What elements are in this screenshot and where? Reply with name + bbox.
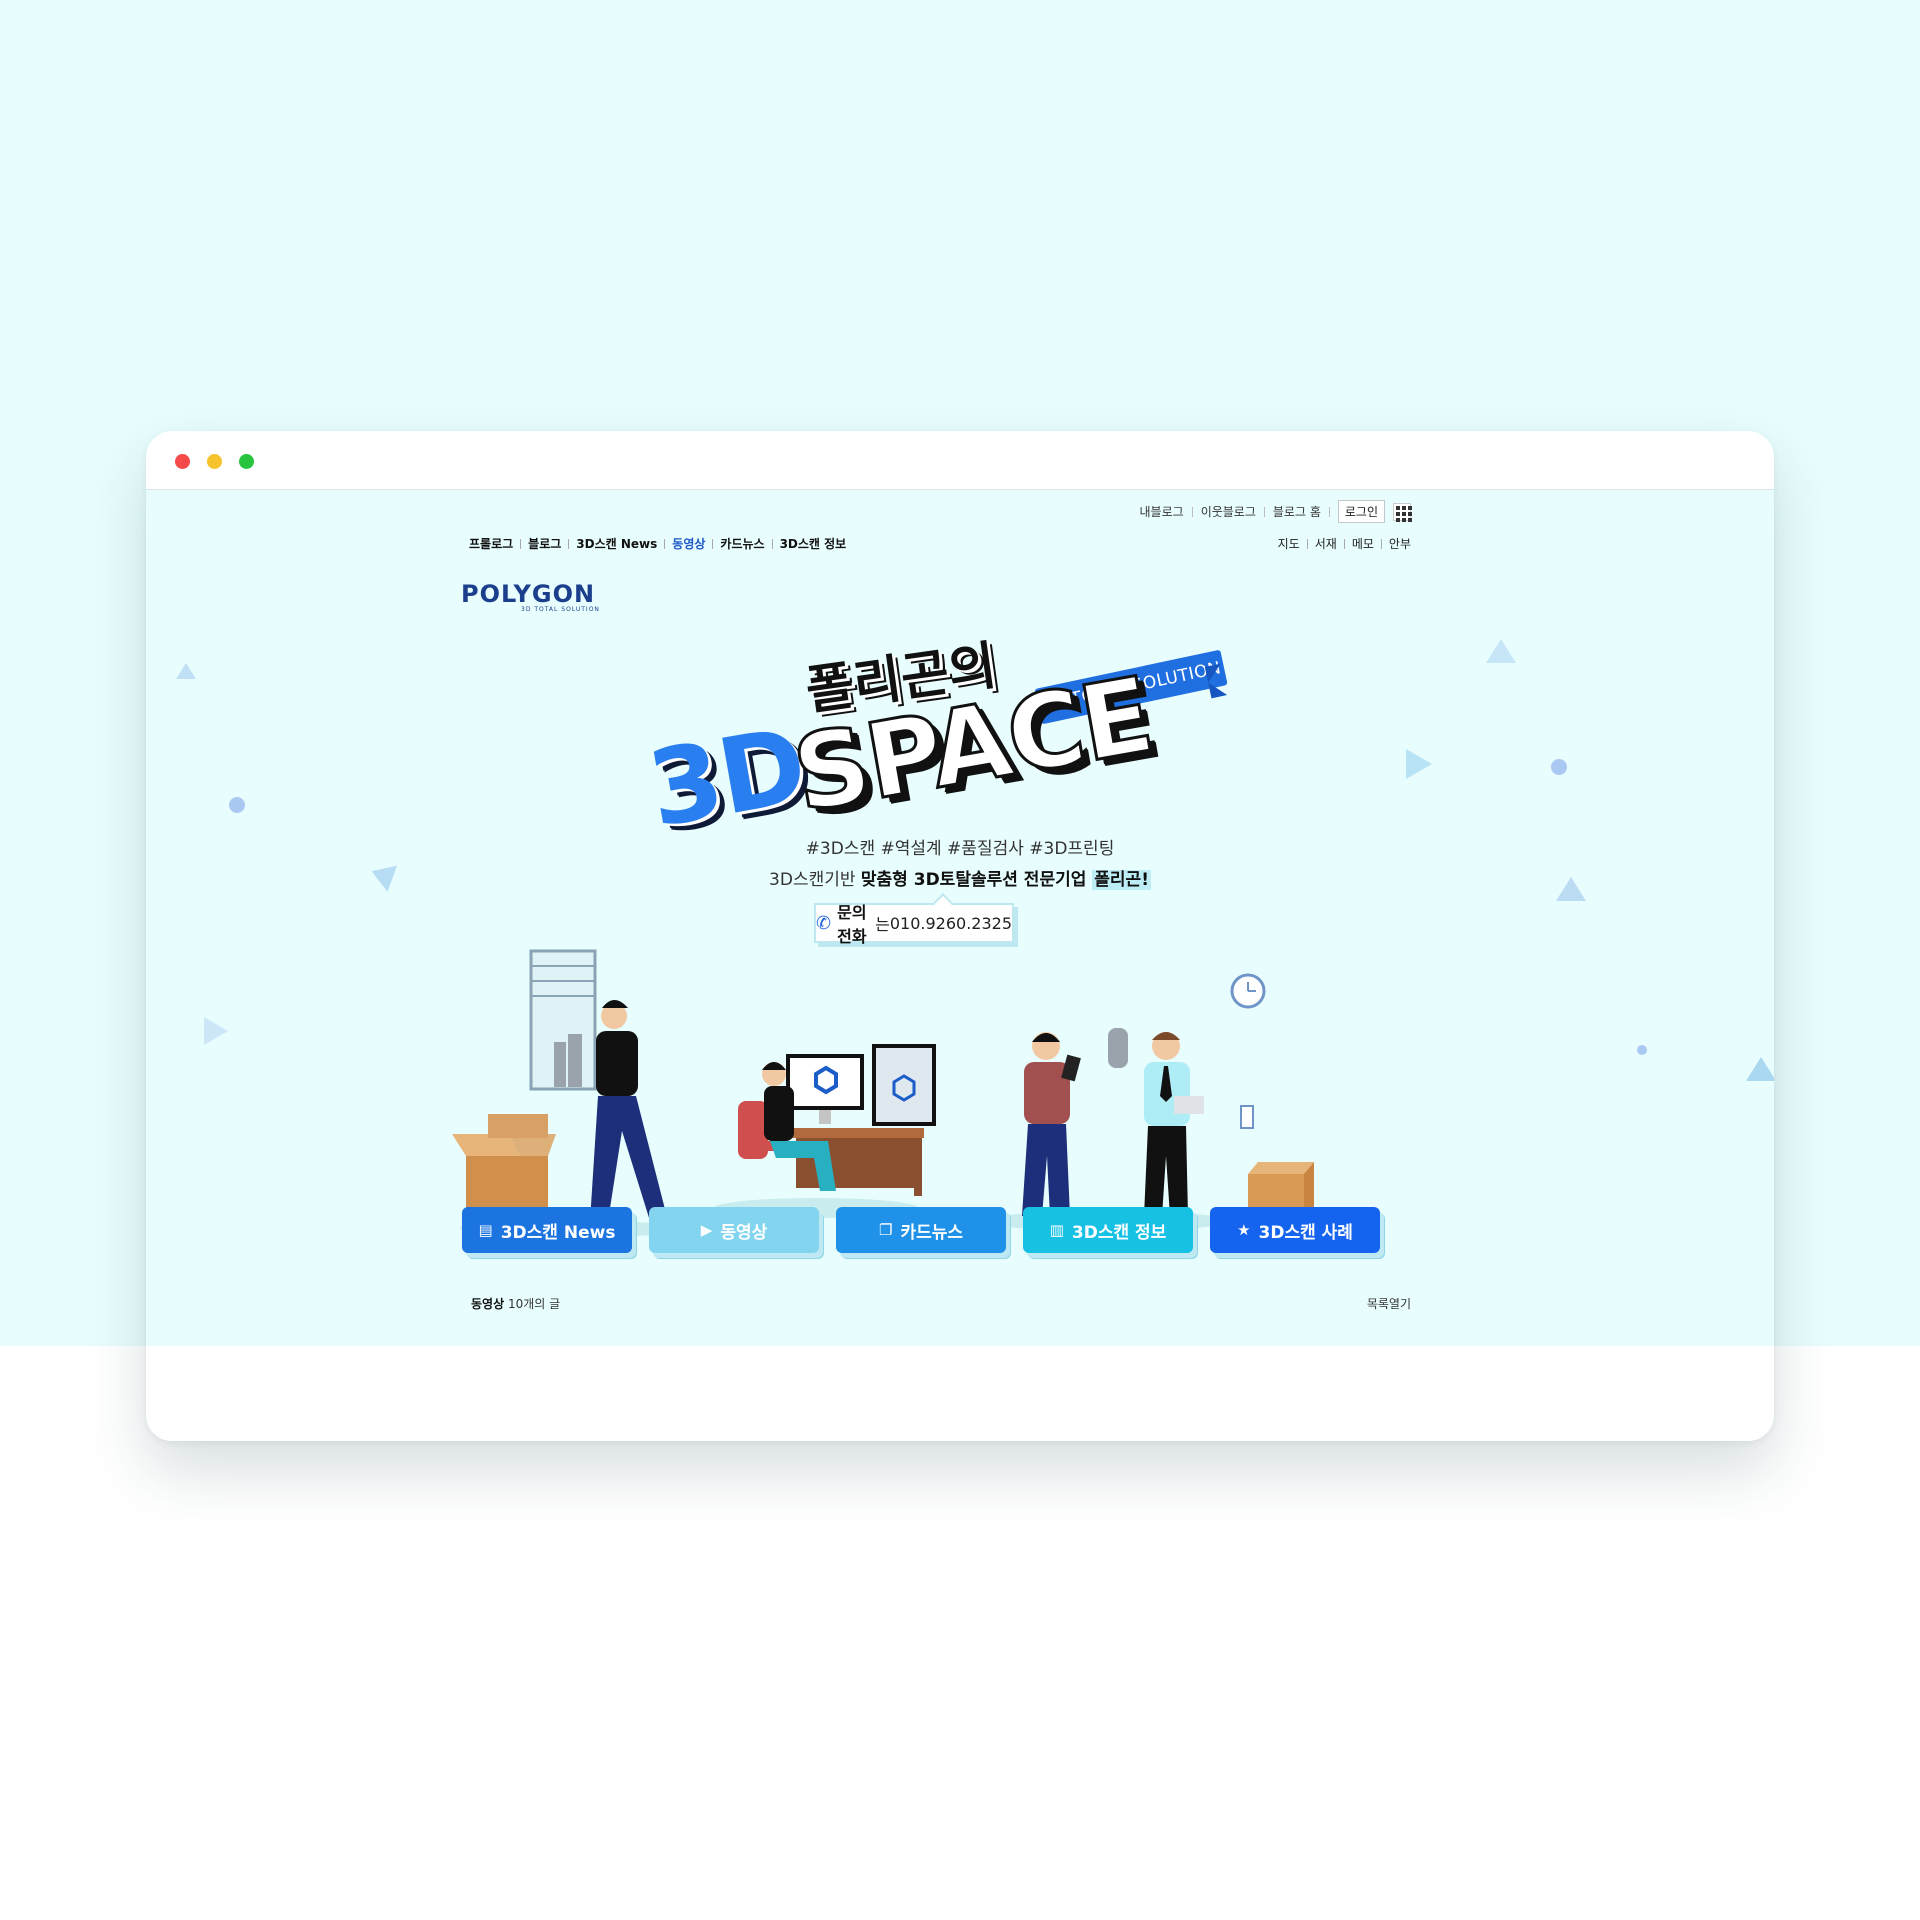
divider bbox=[568, 538, 570, 549]
close-window-button[interactable] bbox=[175, 454, 190, 469]
tagline-bold: 맞춤형 3D토탈솔루션 전문기업 bbox=[860, 870, 1093, 890]
cards-icon: ❐ bbox=[878, 1221, 893, 1239]
category-label: 3D스캔 News bbox=[500, 1222, 616, 1243]
decor-circle bbox=[1551, 759, 1567, 775]
decor-triangle bbox=[204, 1017, 228, 1045]
nav-card-news[interactable]: 카드뉴스 bbox=[720, 535, 764, 552]
main-nav: 프롤로그 블로그 3D스캔 News 동영상 카드뉴스 3D스캔 정보 bbox=[469, 535, 846, 552]
util-nav-neighbor-blog[interactable]: 이웃블로그 bbox=[1201, 503, 1256, 520]
minimize-window-button[interactable] bbox=[207, 454, 222, 469]
browser-window: 내블로그 이웃블로그 블로그 홈 로그인 프롤로그 블로그 3D스캔 News … bbox=[146, 431, 1774, 1441]
decor-circle bbox=[229, 797, 245, 813]
post-list-category: 동영상 bbox=[471, 1297, 505, 1311]
decor-triangle bbox=[1406, 749, 1432, 779]
open-list-toggle[interactable]: 목록열기 bbox=[1367, 1295, 1411, 1312]
category-card-news-button[interactable]: ❐ 카드뉴스 bbox=[836, 1207, 1006, 1253]
divider bbox=[1380, 538, 1382, 549]
nav-blog[interactable]: 블로그 bbox=[528, 535, 561, 552]
maximize-window-button[interactable] bbox=[239, 454, 254, 469]
decor-triangle bbox=[1746, 1057, 1774, 1081]
grid-icon[interactable] bbox=[1393, 502, 1412, 522]
phone-icon: ✆ bbox=[816, 912, 832, 934]
category-video-button[interactable]: ▶ 동영상 bbox=[649, 1207, 819, 1253]
decor-circle bbox=[1637, 1045, 1647, 1055]
star-icon: ★ bbox=[1237, 1221, 1251, 1239]
call-number: 010.9260.2325 bbox=[889, 913, 1012, 933]
category-3dscan-news-button[interactable]: ▤ 3D스캔 News bbox=[462, 1207, 632, 1253]
logo-text: POLYGON bbox=[461, 580, 596, 608]
page-bottom-area bbox=[146, 1346, 1774, 1441]
category-label: 3D스캔 사례 bbox=[1258, 1222, 1353, 1243]
tagline-pre: 3D스캔기반 bbox=[769, 870, 861, 890]
nav-library[interactable]: 서재 bbox=[1315, 535, 1337, 552]
nav-prologue[interactable]: 프롤로그 bbox=[469, 535, 513, 552]
post-list-summary: 동영상 10개의 글 bbox=[471, 1295, 560, 1312]
decor-triangle bbox=[176, 663, 196, 679]
logo-subtext: 3D TOTAL SOLUTION bbox=[521, 606, 600, 613]
monitor bbox=[786, 1054, 864, 1110]
decor-triangle bbox=[1486, 639, 1516, 663]
3d-printer bbox=[872, 1044, 936, 1126]
tagline-highlight: 폴리곤! bbox=[1092, 870, 1151, 890]
document-icon: ▤ bbox=[478, 1221, 493, 1239]
polygon-logo[interactable]: POLYGON 3D TOTAL SOLUTION bbox=[461, 582, 600, 613]
play-icon: ▶ bbox=[700, 1221, 713, 1239]
divider bbox=[1263, 506, 1265, 517]
divider bbox=[520, 538, 522, 549]
contact-phone-box[interactable]: ✆ 문의전화 는 010.9260.2325 bbox=[814, 903, 1014, 946]
util-nav: 내블로그 이웃블로그 블로그 홈 로그인 bbox=[1140, 500, 1412, 523]
category-label: 동영상 bbox=[720, 1222, 768, 1243]
util-nav-my-blog[interactable]: 내블로그 bbox=[1140, 503, 1184, 520]
post-list-bar: 동영상 10개의 글 목록열기 bbox=[471, 1295, 1411, 1312]
call-suffix: 는 bbox=[875, 915, 890, 934]
book-icon: ▥ bbox=[1049, 1221, 1064, 1239]
category-label: 3D스캔 정보 bbox=[1071, 1222, 1167, 1243]
nav-guestbook[interactable]: 안부 bbox=[1389, 535, 1411, 552]
divider bbox=[1328, 506, 1330, 517]
login-button[interactable]: 로그인 bbox=[1337, 500, 1385, 523]
office-illustration bbox=[452, 949, 1314, 1236]
category-3dscan-info-button[interactable]: ▥ 3D스캔 정보 bbox=[1023, 1207, 1193, 1253]
nav-memo[interactable]: 메모 bbox=[1352, 535, 1374, 552]
divider bbox=[1191, 506, 1193, 517]
divider bbox=[1343, 538, 1345, 549]
category-3dscan-cases-button[interactable]: ★ 3D스캔 사례 bbox=[1210, 1207, 1380, 1253]
post-list-count: 10개의 글 bbox=[507, 1297, 561, 1311]
nav-3dscan-info[interactable]: 3D스캔 정보 bbox=[780, 535, 847, 552]
divider bbox=[664, 538, 666, 549]
divider bbox=[771, 538, 773, 549]
call-label: 문의전화 bbox=[837, 903, 867, 946]
divider bbox=[712, 538, 714, 549]
divider bbox=[1306, 538, 1308, 549]
sub-nav: 지도 서재 메모 안부 bbox=[1278, 535, 1411, 552]
hero-hashtags: #3D스캔 #역설계 #품질검사 #3D프린팅 bbox=[805, 839, 1115, 859]
category-buttons: ▤ 3D스캔 News ▶ 동영상 ❐ 카드뉴스 ▥ 3D스캔 정보 ★ 3D스… bbox=[462, 1207, 1380, 1253]
nav-map[interactable]: 지도 bbox=[1278, 535, 1300, 552]
nav-3dscan-news[interactable]: 3D스캔 News bbox=[576, 535, 657, 552]
util-nav-blog-home[interactable]: 블로그 홈 bbox=[1273, 503, 1321, 520]
category-label: 카드뉴스 bbox=[900, 1222, 963, 1243]
nav-video[interactable]: 동영상 bbox=[672, 535, 705, 552]
hero-tagline: 3D스캔기반 맞춤형 3D토탈솔루션 전문기업 폴리곤! bbox=[146, 865, 1774, 890]
blog-page: 내블로그 이웃블로그 블로그 홈 로그인 프롤로그 블로그 3D스캔 News … bbox=[146, 489, 1774, 1441]
browser-titlebar bbox=[146, 431, 1774, 490]
